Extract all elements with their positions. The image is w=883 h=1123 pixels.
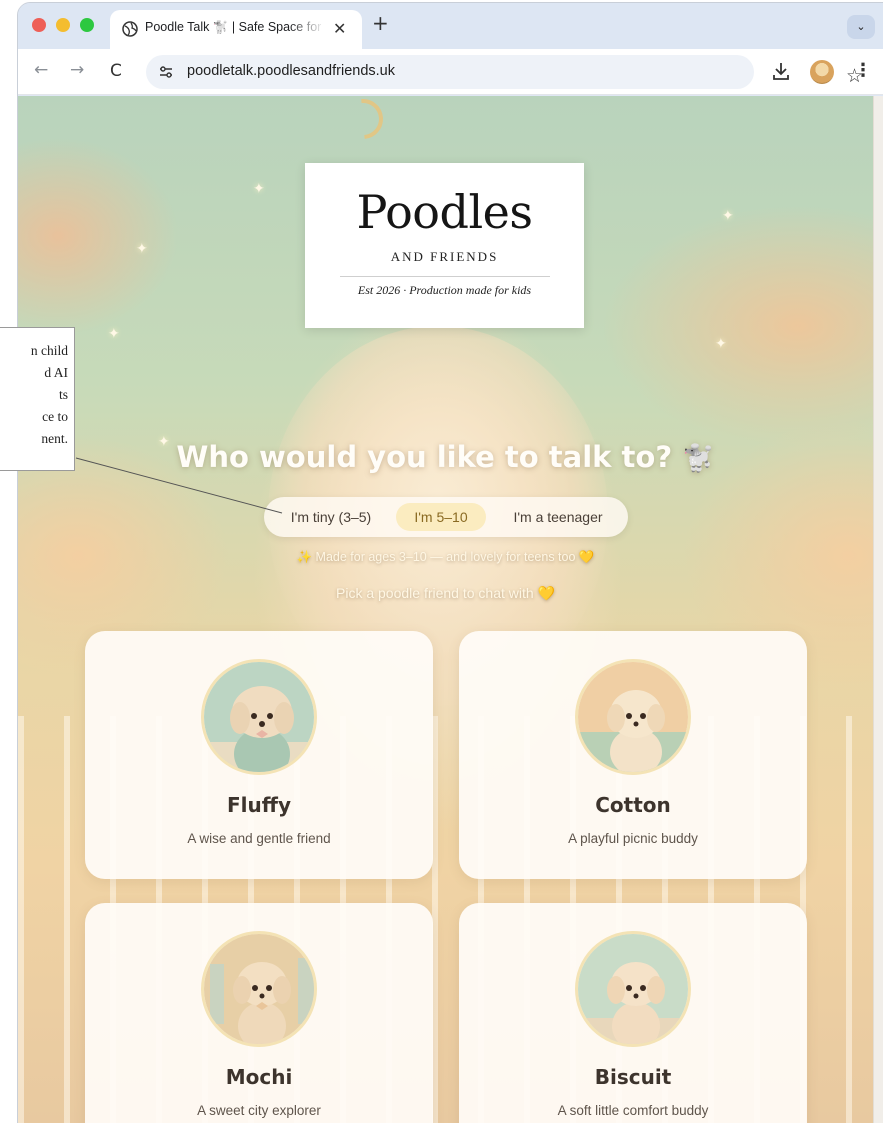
tab-search-button[interactable]: ⌄: [847, 15, 875, 39]
browser-window: Poodle Talk 🐩 | Safe Space for Kids ✕ + …: [18, 3, 883, 1123]
character-name: Biscuit: [594, 1065, 672, 1089]
close-window-button[interactable]: [32, 18, 46, 32]
moon-decoration: [334, 96, 392, 148]
age-option-5-10[interactable]: I'm 5–10: [396, 503, 486, 531]
annotation-line: nent.: [41, 431, 68, 446]
globe-icon: [122, 21, 138, 37]
character-name: Mochi: [225, 1065, 293, 1089]
browser-tab[interactable]: Poodle Talk 🐩 | Safe Space for Kids ✕: [110, 10, 362, 49]
character-card-biscuit[interactable]: Biscuit A soft little comfort buddy: [459, 903, 807, 1123]
age-note: ✨ Made for ages 3–10 — and lovely for te…: [296, 550, 595, 564]
url-text[interactable]: poodletalk.poodlesandfriends.uk: [187, 63, 395, 79]
annotation-box: n child d AI ts ce to nent.: [0, 327, 75, 471]
character-description: A sweet city explorer: [197, 1103, 321, 1118]
sparkle-icon: ✦: [715, 336, 727, 352]
age-option-tiny[interactable]: I'm tiny (3–5): [276, 503, 386, 531]
site-settings-icon[interactable]: [158, 64, 174, 80]
maximize-window-button[interactable]: [80, 18, 94, 32]
logo-subtitle: AND FRIENDS: [390, 249, 499, 264]
fluffy-avatar: [201, 659, 317, 775]
biscuit-avatar: [575, 931, 691, 1047]
page-title: Who would you like to talk to? 🐩: [18, 440, 873, 474]
character-card-mochi[interactable]: Mochi A sweet city explorer: [85, 903, 433, 1123]
pick-prompt: Pick a poodle friend to chat with 💛: [336, 585, 555, 601]
character-description: A soft little comfort buddy: [557, 1103, 709, 1118]
profile-avatar[interactable]: [810, 60, 834, 84]
age-option-teenager[interactable]: I'm a teenager: [494, 503, 622, 531]
download-icon[interactable]: [772, 61, 790, 81]
close-tab-icon[interactable]: ✕: [333, 19, 346, 38]
browser-toolbar: ← → C poodletalk.poodlesandfriends.uk ☆ …: [18, 49, 883, 95]
annotation-text: n child d AI ts ce to nent.: [0, 340, 68, 450]
logo-title: Poodles: [356, 185, 533, 239]
new-tab-button[interactable]: +: [372, 13, 389, 33]
annotation-line: ts: [58, 387, 68, 402]
mochi-avatar: [201, 931, 317, 1047]
character-description: A playful picnic buddy: [568, 831, 698, 846]
character-card-fluffy[interactable]: Fluffy A wise and gentle friend: [85, 631, 433, 879]
sparkle-icon: ✦: [136, 241, 148, 257]
minimize-window-button[interactable]: [56, 18, 70, 32]
logo-divider: [340, 276, 550, 277]
page-content: ✦ ✦ ✦ ✦ ✦ ✦ Poodles AND FRIENDS Est 2026…: [18, 96, 873, 1123]
logo-tagline: Est 2026 · Production made for kids: [357, 283, 532, 297]
forward-arrow-icon[interactable]: →: [70, 60, 84, 80]
character-name: Fluffy: [227, 793, 291, 817]
sparkle-icon: ✦: [253, 181, 265, 197]
tab-title: Poodle Talk 🐩 | Safe Space for Kids: [145, 20, 325, 34]
annotation-line: d AI: [44, 365, 68, 380]
annotation-line: n child: [30, 343, 68, 358]
headline-text: Who would you like to talk to?: [176, 440, 673, 474]
character-card-cotton[interactable]: Cotton A playful picnic buddy: [459, 631, 807, 879]
reload-icon[interactable]: C: [110, 61, 122, 81]
character-name: Cotton: [595, 793, 671, 817]
annotation-line: ce to: [42, 409, 68, 424]
character-description: A wise and gentle friend: [187, 831, 331, 846]
browser-menu-icon[interactable]: ⋮: [854, 60, 872, 81]
sparkle-icon: ✦: [722, 208, 734, 224]
poodle-icon: 🐩: [682, 444, 715, 474]
brand-logo[interactable]: Poodles AND FRIENDS Est 2026 · Productio…: [305, 163, 584, 328]
address-bar[interactable]: poodletalk.poodlesandfriends.uk ☆: [146, 55, 863, 89]
age-selector: I'm tiny (3–5) I'm 5–10 I'm a teenager: [264, 497, 628, 537]
page-scrollbar[interactable]: [873, 96, 883, 1123]
sparkle-icon: ✦: [108, 326, 120, 342]
cotton-avatar: [575, 659, 691, 775]
back-arrow-icon[interactable]: ←: [34, 60, 48, 80]
tab-bar: Poodle Talk 🐩 | Safe Space for Kids ✕ + …: [18, 3, 883, 49]
